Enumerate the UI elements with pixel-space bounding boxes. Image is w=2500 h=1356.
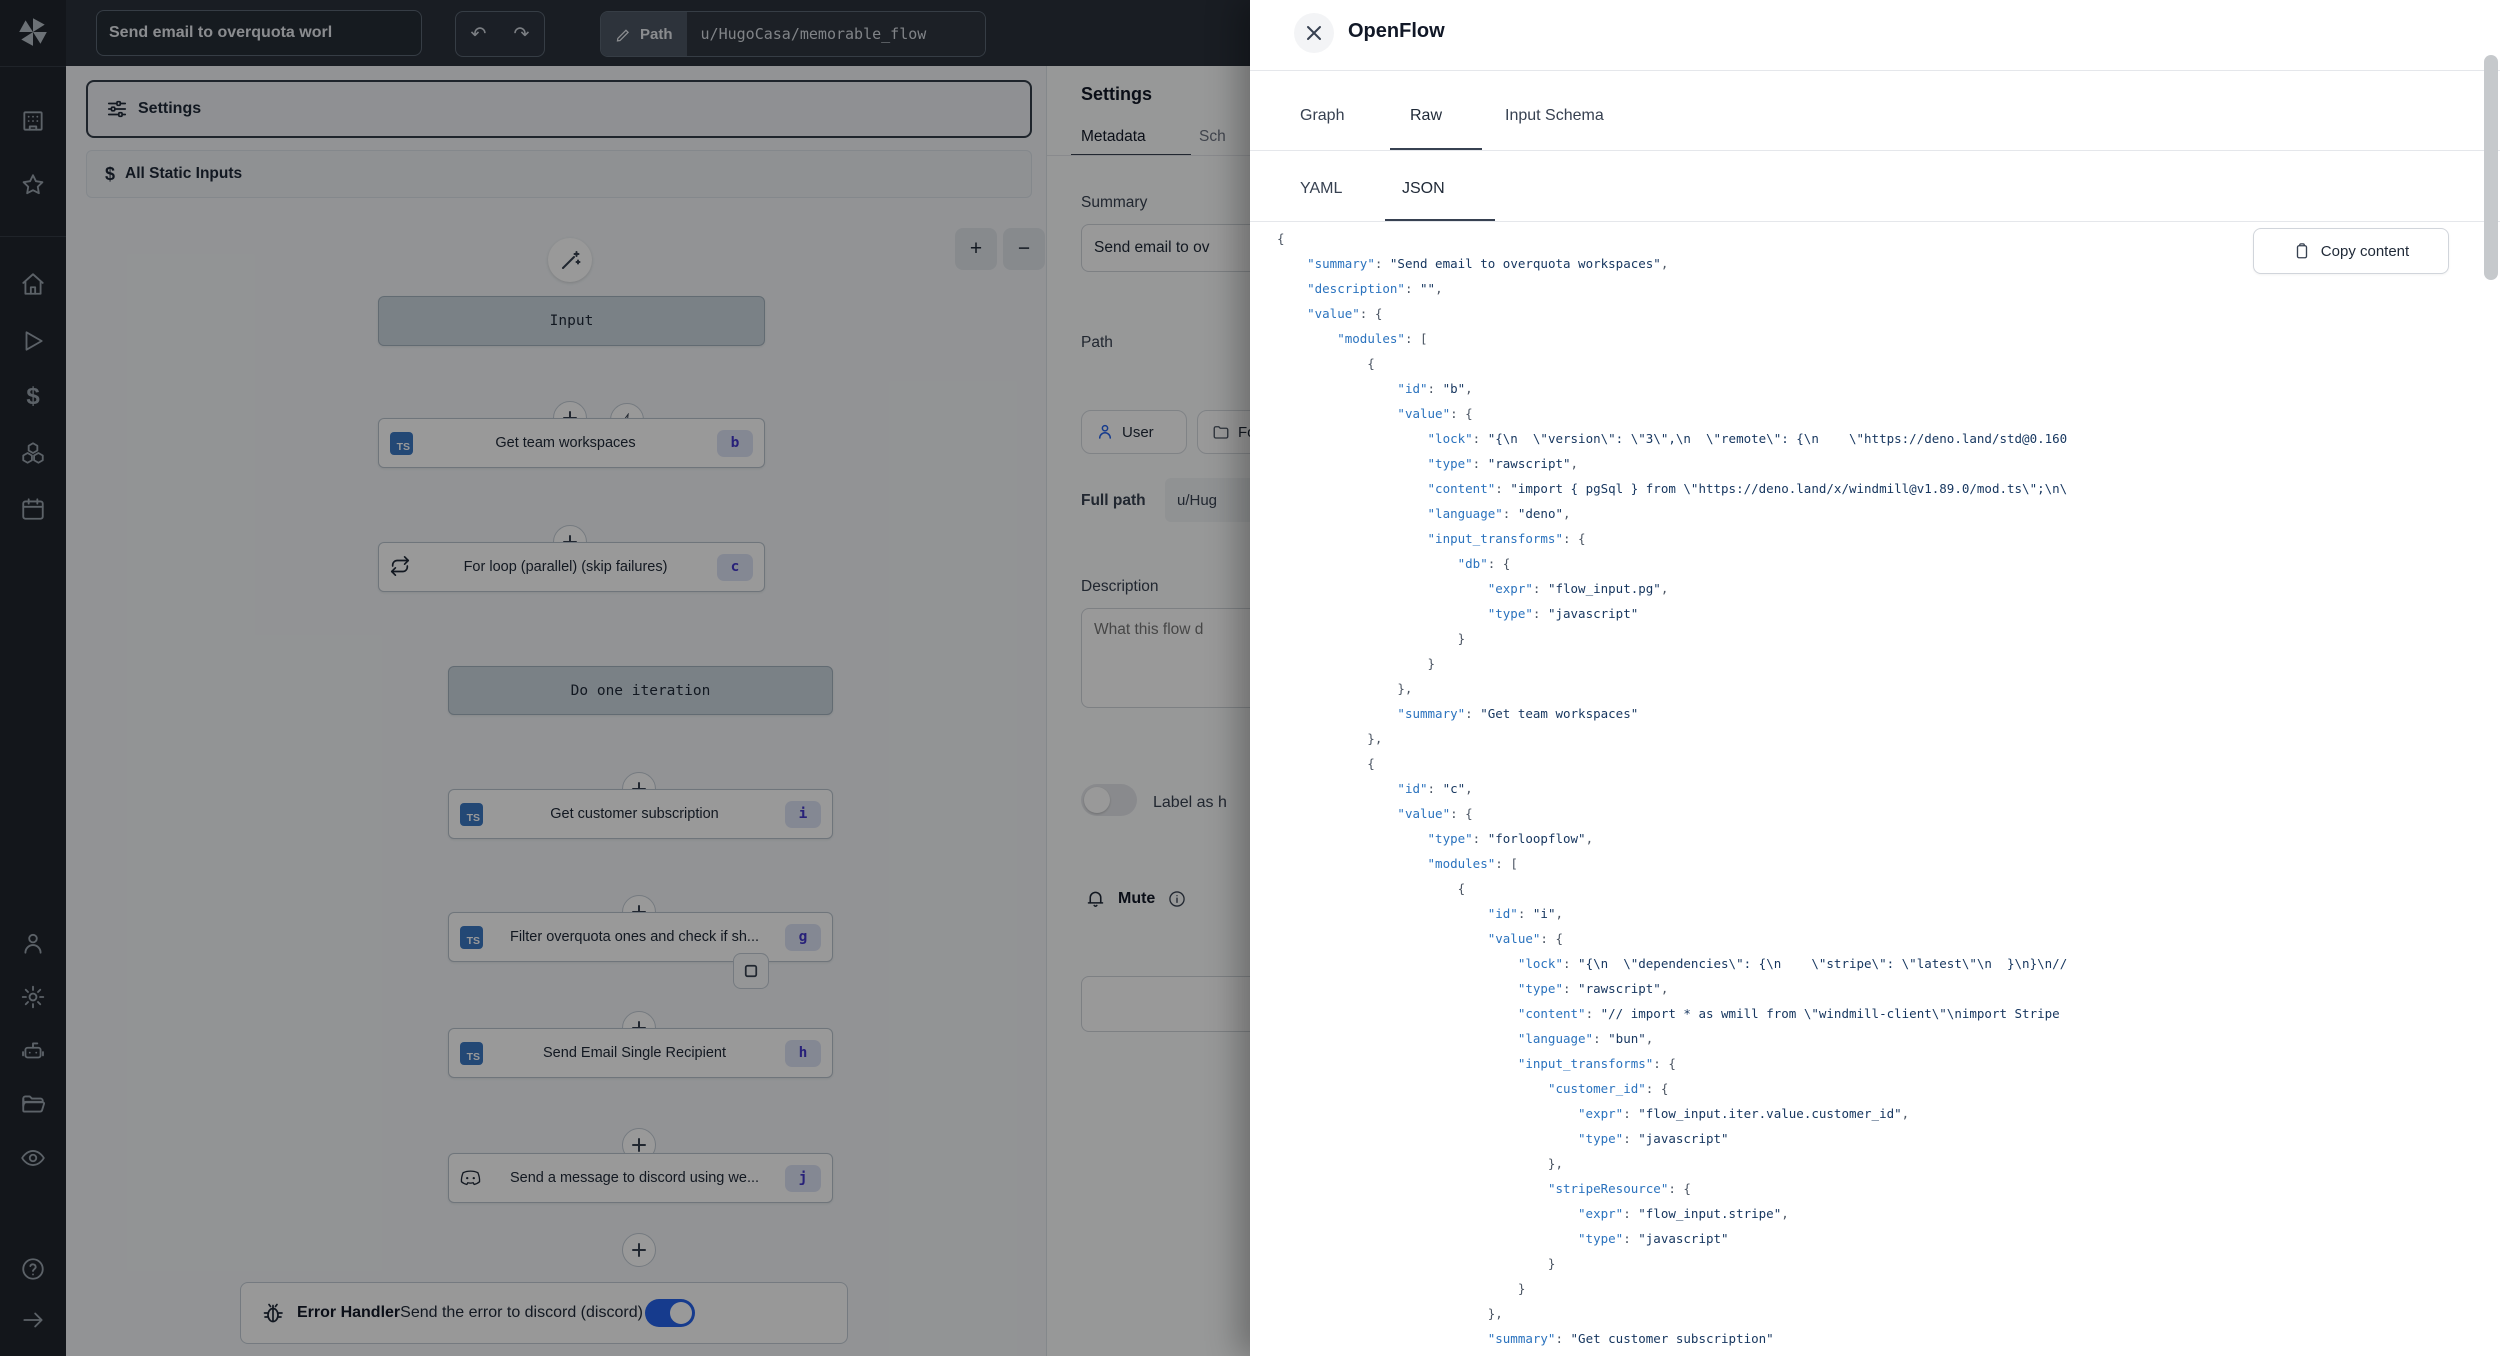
windmill-flow-editor: $ Send email to overquota worl	[0, 0, 2500, 1356]
divider	[1250, 221, 2500, 222]
scrollbar-thumb[interactable]	[2484, 55, 2498, 280]
modal-dim-overlay[interactable]	[0, 0, 1250, 1356]
tab-raw[interactable]: Raw	[1410, 107, 1442, 125]
subtab-yaml[interactable]: YAML	[1300, 180, 1342, 198]
close-icon	[1306, 25, 1322, 41]
close-drawer-button[interactable]	[1294, 13, 1334, 53]
code-block[interactable]: { "summary": "Send email to overquota wo…	[1277, 226, 2477, 1351]
divider	[1250, 70, 2500, 71]
drawer-title: OpenFlow	[1348, 20, 1445, 43]
openflow-drawer: OpenFlow Graph Raw Input Schema YAML JSO…	[1250, 0, 2500, 1356]
tab-input-schema[interactable]: Input Schema	[1505, 107, 1604, 125]
subtab-json[interactable]: JSON	[1402, 180, 1445, 198]
tab-graph[interactable]: Graph	[1300, 107, 1344, 125]
divider	[1250, 150, 2500, 151]
